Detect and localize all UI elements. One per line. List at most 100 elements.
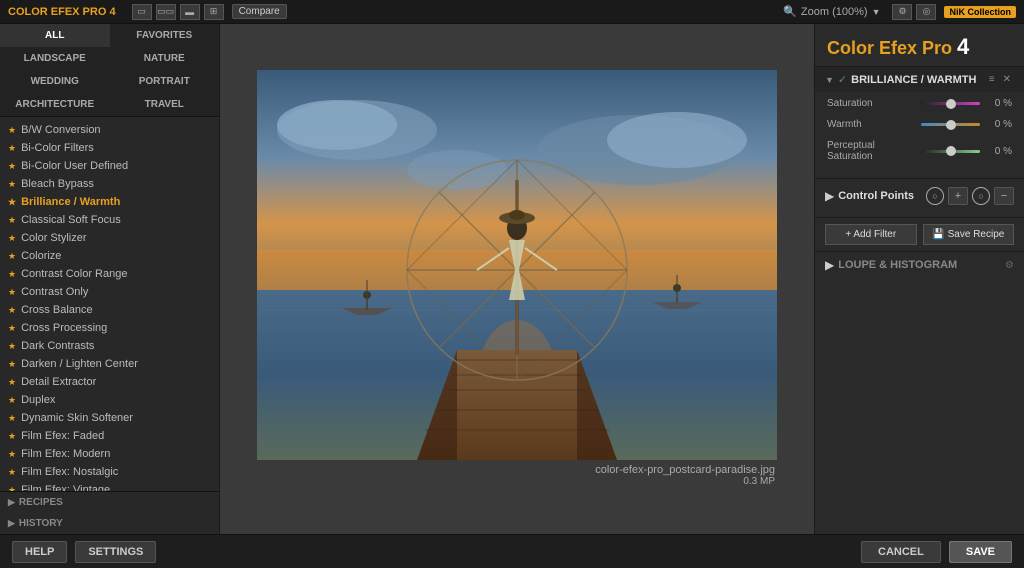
saturation-thumb[interactable]	[946, 99, 956, 109]
filter-bleach-bypass[interactable]: ★ Bleach Bypass	[0, 175, 219, 193]
filter-label: Bleach Bypass	[21, 178, 94, 190]
filter-label: Cross Balance	[21, 304, 93, 316]
star-icon: ★	[8, 341, 16, 352]
cp-add-button[interactable]: +	[948, 187, 968, 205]
control-points-body: ▶ Control Points ○ + ○ −	[815, 179, 1024, 217]
save-recipe-label: Save Recipe	[948, 229, 1005, 240]
filter-label: Film Efex: Vintage	[21, 484, 110, 491]
bottom-left-actions: HELP SETTINGS	[12, 541, 156, 563]
layout-single-icon[interactable]: ▭	[132, 4, 152, 20]
filter-brilliance-warmth[interactable]: ★ Brilliance / Warmth	[0, 193, 219, 211]
filter-label: Dynamic Skin Softener	[21, 412, 133, 424]
panel-title-number: 4	[957, 34, 969, 59]
tab-landscape[interactable]: LANDSCAPE	[0, 47, 110, 70]
filter-cross-balance[interactable]: ★ Cross Balance	[0, 301, 219, 319]
tab-travel[interactable]: TRAVEL	[110, 93, 220, 116]
save-recipe-button[interactable]: 💾 Save Recipe	[923, 224, 1015, 245]
filter-film-vintage[interactable]: ★ Film Efex: Vintage	[0, 481, 219, 491]
history-toggle[interactable]: ▶ HISTORY	[0, 513, 219, 534]
recipes-arrow-icon: ▶	[8, 497, 15, 508]
main-layout: ALL FAVORITES LANDSCAPE NATURE WEDDING P…	[0, 24, 1024, 534]
filter-classical-soft-focus[interactable]: ★ Classical Soft Focus	[0, 211, 219, 229]
cp-remove-button[interactable]: −	[994, 187, 1014, 205]
image-caption: color-efex-pro_postcard-paradise.jpg 0.3…	[257, 460, 777, 489]
zoom-area: 🔍 Zoom (100%) ▼	[783, 5, 880, 18]
control-points-header: ▶ Control Points ○ + ○ −	[825, 183, 1014, 209]
saturation-track	[921, 102, 980, 105]
filter-label: Bi-Color User Defined	[21, 160, 128, 172]
cancel-button[interactable]: CANCEL	[861, 541, 941, 563]
left-sidebar: ALL FAVORITES LANDSCAPE NATURE WEDDING P…	[0, 24, 220, 534]
filter-contrast-only[interactable]: ★ Contrast Only	[0, 283, 219, 301]
perceptual-slider[interactable]	[921, 150, 980, 153]
warmth-slider[interactable]	[921, 123, 980, 126]
save-recipe-icon: 💾	[932, 229, 944, 240]
filter-dark-contrasts[interactable]: ★ Dark Contrasts	[0, 337, 219, 355]
layout-split-h-icon[interactable]: ▬	[180, 4, 200, 20]
perceptual-slider-row: Perceptual Saturation 0 %	[827, 140, 1012, 162]
filter-label: B/W Conversion	[21, 124, 100, 136]
loupe-settings-icon[interactable]: ⚙	[1005, 260, 1014, 271]
filter-bicolor-user-defined[interactable]: ★ Bi-Color User Defined	[0, 157, 219, 175]
filter-label: Film Efex: Faded	[21, 430, 104, 442]
section-actions: ≡ ✕	[986, 74, 1014, 85]
tab-architecture[interactable]: ARCHITECTURE	[0, 93, 110, 116]
history-arrow-icon: ▶	[8, 518, 15, 529]
loupe-icon[interactable]: ◎	[916, 4, 936, 20]
saturation-slider[interactable]	[921, 102, 980, 105]
brilliance-section-header[interactable]: ▼ ✓ BRILLIANCE / WARMTH ≡ ✕	[815, 67, 1024, 92]
filter-darken-lighten[interactable]: ★ Darken / Lighten Center	[0, 355, 219, 373]
filter-color-stylizer[interactable]: ★ Color Stylizer	[0, 229, 219, 247]
panel-title: Color Efex Pro 4	[815, 24, 1024, 66]
zoom-chevron-icon[interactable]: ▼	[872, 7, 881, 17]
image-filename: color-efex-pro_postcard-paradise.jpg	[259, 464, 775, 476]
filter-label: Brilliance / Warmth	[21, 196, 120, 208]
tab-all[interactable]: ALL	[0, 24, 110, 47]
star-icon: ★	[8, 179, 16, 190]
star-icon: ★	[8, 431, 16, 442]
layout-quad-icon[interactable]: ⊞	[204, 4, 224, 20]
perceptual-thumb[interactable]	[946, 146, 956, 156]
cp-circle-remove-icon[interactable]: ○	[972, 187, 990, 205]
filter-cross-processing[interactable]: ★ Cross Processing	[0, 319, 219, 337]
sliders-container: Saturation 0 % Warmth	[815, 92, 1024, 178]
filter-label: Dark Contrasts	[21, 340, 94, 352]
filter-bw-conversion[interactable]: ★ B/W Conversion	[0, 121, 219, 139]
saturation-value: 0 %	[984, 98, 1012, 109]
filter-dynamic-skin[interactable]: ★ Dynamic Skin Softener	[0, 409, 219, 427]
filter-film-modern[interactable]: ★ Film Efex: Modern	[0, 445, 219, 463]
filter-list: ★ B/W Conversion ★ Bi-Color Filters ★ Bi…	[0, 117, 219, 491]
warmth-track	[921, 123, 980, 126]
center-area: color-efex-pro_postcard-paradise.jpg 0.3…	[220, 24, 814, 534]
help-button[interactable]: HELP	[12, 541, 67, 563]
add-filter-button[interactable]: + Add Filter	[825, 224, 917, 245]
filter-film-faded[interactable]: ★ Film Efex: Faded	[0, 427, 219, 445]
save-button[interactable]: SAVE	[949, 541, 1012, 563]
filter-detail-extractor[interactable]: ★ Detail Extractor	[0, 373, 219, 391]
bottom-right-actions: CANCEL SAVE	[861, 541, 1012, 563]
filter-colorize[interactable]: ★ Colorize	[0, 247, 219, 265]
settings-button[interactable]: SETTINGS	[75, 541, 156, 563]
warmth-thumb[interactable]	[946, 120, 956, 130]
filter-label: Contrast Color Range	[21, 268, 127, 280]
star-icon: ★	[8, 233, 16, 244]
view-settings-icon[interactable]: ⚙	[892, 4, 912, 20]
filter-duplex[interactable]: ★ Duplex	[0, 391, 219, 409]
recipes-toggle[interactable]: ▶ RECIPES	[0, 492, 219, 513]
tab-nature[interactable]: NATURE	[110, 47, 220, 70]
loupe-header[interactable]: ▶ LOUPE & HISTOGRAM ⚙	[815, 252, 1024, 278]
filter-contrast-color-range[interactable]: ★ Contrast Color Range	[0, 265, 219, 283]
tab-wedding[interactable]: WEDDING	[0, 70, 110, 93]
filter-bicolor-filters[interactable]: ★ Bi-Color Filters	[0, 139, 219, 157]
tab-portrait[interactable]: PORTRAIT	[110, 70, 220, 93]
section-close-icon[interactable]: ✕	[1000, 74, 1014, 85]
filter-film-nostalgic[interactable]: ★ Film Efex: Nostalgic	[0, 463, 219, 481]
layout-split-v-icon[interactable]: ▭▭	[156, 4, 176, 20]
section-menu-icon[interactable]: ≡	[986, 74, 998, 85]
compare-button[interactable]: Compare	[232, 4, 287, 19]
cp-circle-select-icon[interactable]: ○	[926, 187, 944, 205]
tab-favorites[interactable]: FAVORITES	[110, 24, 220, 47]
filter-label: Bi-Color Filters	[21, 142, 94, 154]
cp-expand-icon: ▶	[825, 189, 834, 203]
sidebar-footer: ▶ RECIPES ▶ HISTORY	[0, 491, 219, 534]
